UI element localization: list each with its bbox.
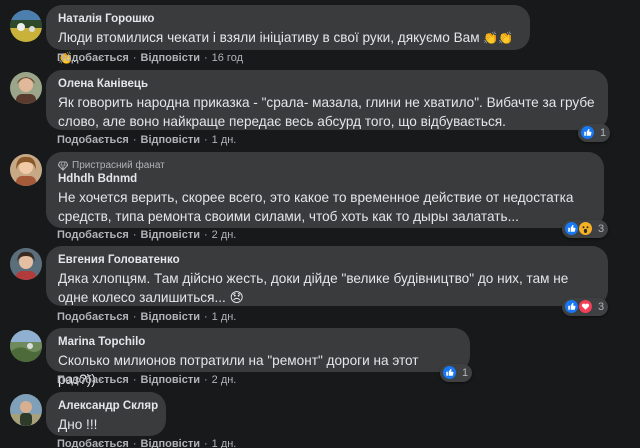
comment-bubble: Олена Канівець Як говорить народна прика… xyxy=(46,70,608,130)
reaction-count: 3 xyxy=(598,301,605,313)
comment-author[interactable]: Евгения Головатенко xyxy=(58,253,596,268)
comment-author[interactable]: Hdhdh Bdnmd xyxy=(58,172,592,187)
comment-timestamp[interactable]: 1 дн. xyxy=(212,134,237,146)
comment-bubble: Пристрасний фанат Hdhdh Bdnmd Не хочется… xyxy=(46,152,604,228)
like-link[interactable]: Подобається xyxy=(57,438,129,448)
comment-actions: Подобається · Відповісти · 1 дн. xyxy=(57,438,237,448)
comment-timestamp[interactable]: 1 дн. xyxy=(212,438,237,448)
comment-author[interactable]: Наталія Горошко xyxy=(58,12,518,27)
comment-bubble: Евгения Головатенко Дяка хлопцям. Там ді… xyxy=(46,246,608,306)
comment-actions: Подобається · Відповісти · 1 дн. xyxy=(57,134,237,146)
avatar[interactable] xyxy=(10,154,42,186)
avatar[interactable] xyxy=(10,72,42,104)
reaction-summary[interactable]: 3 xyxy=(562,298,609,316)
like-link[interactable]: Подобається xyxy=(57,134,129,146)
avatar[interactable] xyxy=(10,248,42,280)
fan-badge[interactable]: Пристрасний фанат xyxy=(58,159,592,172)
disappointed-emoji: 😞 xyxy=(229,290,244,305)
comment-author[interactable]: Олена Канівець xyxy=(58,77,596,92)
comment-actions: Подобається · Відповісти · 2 дн. xyxy=(57,374,237,386)
love-reaction-icon xyxy=(578,299,594,315)
reply-link[interactable]: Відповісти xyxy=(141,311,200,323)
reply-link[interactable]: Відповісти xyxy=(141,134,200,146)
comment-text: Дно !!! xyxy=(58,417,98,432)
comment-timestamp[interactable]: 2 дн. xyxy=(212,374,237,386)
reply-link[interactable]: Відповісти xyxy=(141,374,200,386)
comment-author[interactable]: Marina Topchilo xyxy=(58,335,458,350)
comment-feed: Наталія Горошко Люди втомилися чекати і … xyxy=(0,0,640,448)
reply-link[interactable]: Відповісти xyxy=(141,52,200,64)
reaction-count: 1 xyxy=(462,367,469,379)
comment-timestamp[interactable]: 2 дн. xyxy=(212,229,237,241)
avatar[interactable] xyxy=(10,330,42,362)
avatar[interactable] xyxy=(10,10,42,42)
comment-text: Дяка хлопцям. Там дійсно жесть, доки дій… xyxy=(58,271,569,305)
reply-link[interactable]: Відповісти xyxy=(141,229,200,241)
comment-bubble: Наталія Горошко Люди втомилися чекати і … xyxy=(46,5,530,65)
like-reaction-icon xyxy=(580,125,596,141)
diamond-icon xyxy=(58,161,68,171)
like-reaction-icon xyxy=(442,365,458,381)
avatar[interactable] xyxy=(10,394,42,426)
comment-bubble: Marina Topchilo Сколько милионов потрати… xyxy=(46,328,470,387)
reaction-summary[interactable]: 1 xyxy=(440,364,473,382)
like-link[interactable]: Подобається xyxy=(57,374,129,386)
reaction-summary[interactable]: 3 xyxy=(562,220,609,238)
comment-actions: Подобається · Відповісти · 16 год xyxy=(57,52,243,64)
comment-actions: Подобається · Відповісти · 1 дн. xyxy=(57,311,237,323)
comment-timestamp[interactable]: 16 год xyxy=(212,52,243,64)
comment-text: Не хочется верить, скорее всего, это как… xyxy=(58,190,574,224)
comment-text: Як говорить народна приказка - "срала- м… xyxy=(58,95,595,129)
wow-reaction-icon xyxy=(578,221,594,237)
comment-author[interactable]: Александр Скляр xyxy=(58,399,158,414)
reaction-count: 3 xyxy=(598,223,605,235)
reaction-count: 1 xyxy=(600,127,607,139)
comment-timestamp[interactable]: 1 дн. xyxy=(212,311,237,323)
like-link[interactable]: Подобається xyxy=(57,52,129,64)
comment-bubble: Александр Скляр Дно !!! xyxy=(46,392,166,436)
comment-actions: Подобається · Відповісти · 2 дн. xyxy=(57,229,237,241)
like-link[interactable]: Подобається xyxy=(57,229,129,241)
reply-link[interactable]: Відповісти xyxy=(141,438,200,448)
like-link[interactable]: Подобається xyxy=(57,311,129,323)
reaction-summary[interactable]: 1 xyxy=(578,124,611,142)
